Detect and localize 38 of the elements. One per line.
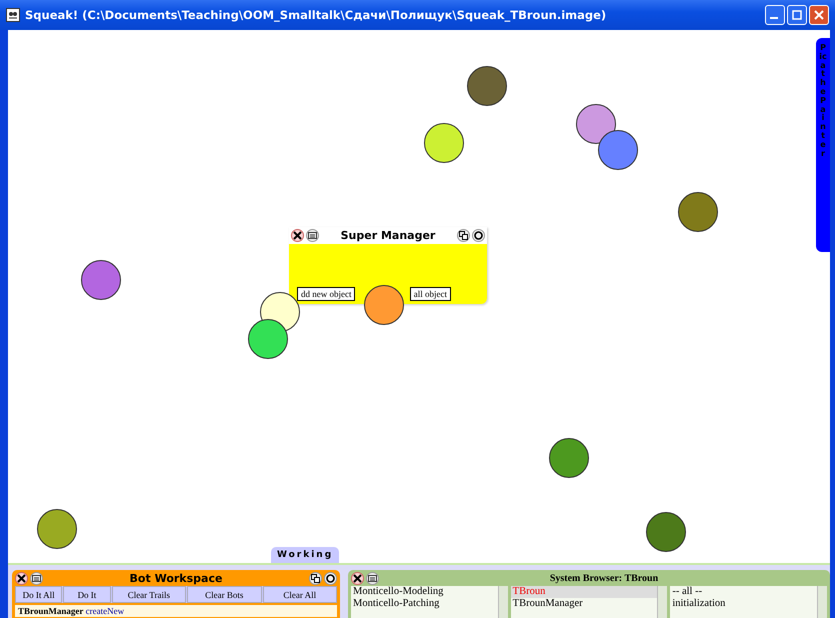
list-item[interactable]: Monticello-Patching (351, 598, 498, 610)
scroll-bar[interactable] (498, 586, 508, 618)
window-title: System Browser: TBroun (548, 572, 660, 584)
app-icon (6, 8, 20, 22)
menu-button[interactable] (306, 229, 319, 242)
toolbar-button[interactable]: Clear All (262, 586, 337, 603)
list-item[interactable]: TBrounManager (510, 598, 658, 610)
working-flap-tab[interactable]: Working (271, 547, 340, 563)
close-button[interactable] (351, 572, 364, 584)
menu-button[interactable] (30, 572, 43, 584)
maximize-button[interactable] (787, 5, 807, 25)
toolbar-button[interactable]: Clear Bots (187, 586, 262, 603)
close-button[interactable] (291, 229, 304, 242)
maximize-icon (792, 10, 802, 20)
close-button[interactable] (15, 572, 28, 584)
minimize-icon (770, 17, 778, 19)
window-title: Squeak! (C:\Documents\Teaching\OOM_Smalltalk\Сдачи\Полищук\Squeak_TBroun.image) (25, 8, 606, 22)
close-icon (814, 10, 824, 20)
scroll-bar[interactable] (657, 586, 668, 618)
window-title: Bot Workspace (128, 572, 224, 584)
action-button[interactable]: all object (410, 287, 451, 301)
list-item[interactable]: -- all -- (670, 586, 818, 598)
toolbar-button[interactable]: Do It (63, 586, 111, 603)
toolbar-button[interactable]: Do It All (15, 586, 62, 603)
menu-button[interactable] (366, 572, 379, 584)
expand-button[interactable] (472, 229, 485, 242)
scroll-bar[interactable] (817, 586, 828, 618)
window-title: Super Manager (340, 229, 436, 242)
collapse-button[interactable] (309, 572, 322, 584)
minimize-button[interactable] (765, 5, 785, 25)
collapse-button[interactable] (457, 229, 470, 242)
code-text: TBrounManager createNew (18, 606, 124, 616)
toolbar-button[interactable]: Clear Trails (112, 586, 186, 603)
action-button[interactable]: dd new object (297, 287, 356, 301)
list-item[interactable]: initialization (670, 598, 818, 610)
list-item[interactable]: Monticello-Modeling (351, 586, 498, 598)
expand-button[interactable] (324, 572, 337, 584)
code-editor[interactable]: TBrounManager createNew (15, 605, 337, 617)
